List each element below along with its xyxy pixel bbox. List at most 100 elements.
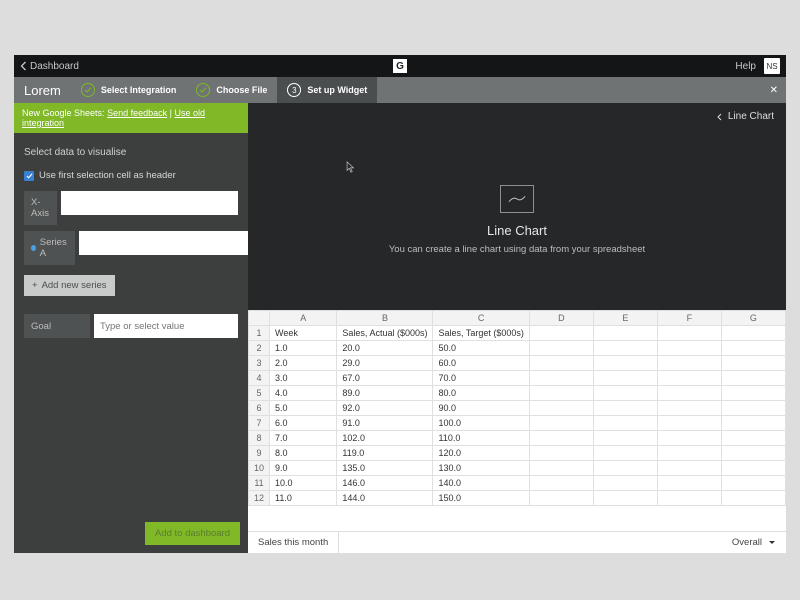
column-header[interactable]: C xyxy=(433,311,529,326)
cell[interactable] xyxy=(593,401,657,416)
step-set-up-widget[interactable]: 3 Set up Widget xyxy=(277,77,377,103)
cell[interactable] xyxy=(657,401,721,416)
row-header[interactable]: 6 xyxy=(249,401,270,416)
cell[interactable] xyxy=(657,356,721,371)
use-header-checkbox[interactable]: Use first selection cell as header xyxy=(24,170,238,181)
column-header[interactable]: G xyxy=(721,311,785,326)
cell[interactable] xyxy=(657,326,721,341)
xaxis-input[interactable] xyxy=(61,191,238,215)
cell[interactable] xyxy=(593,476,657,491)
cell[interactable] xyxy=(593,446,657,461)
series-a-input[interactable] xyxy=(79,231,256,255)
cell[interactable] xyxy=(593,416,657,431)
cell[interactable]: 80.0 xyxy=(433,386,529,401)
row-header[interactable]: 5 xyxy=(249,386,270,401)
cell[interactable]: 3.0 xyxy=(270,371,337,386)
cell[interactable]: 8.0 xyxy=(270,446,337,461)
cell[interactable] xyxy=(721,476,785,491)
cell[interactable]: 100.0 xyxy=(433,416,529,431)
back-to-dashboard[interactable]: Dashboard xyxy=(20,61,79,72)
cell[interactable]: 5.0 xyxy=(270,401,337,416)
add-to-dashboard-button[interactable]: Add to dashboard xyxy=(145,522,240,545)
cell[interactable] xyxy=(721,401,785,416)
row-header[interactable]: 2 xyxy=(249,341,270,356)
cell[interactable] xyxy=(529,386,593,401)
cell[interactable] xyxy=(657,386,721,401)
add-series-button[interactable]: + Add new series xyxy=(24,275,115,296)
cell[interactable] xyxy=(721,446,785,461)
row-header[interactable]: 9 xyxy=(249,446,270,461)
cell[interactable] xyxy=(721,491,785,506)
cell[interactable] xyxy=(529,431,593,446)
cell[interactable] xyxy=(529,416,593,431)
cell[interactable]: Sales, Target ($000s) xyxy=(433,326,529,341)
cell[interactable] xyxy=(529,476,593,491)
cell[interactable] xyxy=(721,416,785,431)
cell[interactable] xyxy=(529,326,593,341)
breadcrumb[interactable]: Line Chart xyxy=(248,103,786,130)
avatar[interactable]: NS xyxy=(764,58,780,74)
cell[interactable] xyxy=(657,416,721,431)
cell[interactable] xyxy=(593,326,657,341)
cell[interactable]: 7.0 xyxy=(270,431,337,446)
cell[interactable] xyxy=(657,476,721,491)
cell[interactable] xyxy=(657,431,721,446)
cell[interactable] xyxy=(593,371,657,386)
row-header[interactable]: 11 xyxy=(249,476,270,491)
cell[interactable]: 140.0 xyxy=(433,476,529,491)
cell[interactable]: 146.0 xyxy=(337,476,433,491)
cell[interactable] xyxy=(657,371,721,386)
cell[interactable]: 90.0 xyxy=(433,401,529,416)
cell[interactable]: 102.0 xyxy=(337,431,433,446)
cell[interactable]: 20.0 xyxy=(337,341,433,356)
cell[interactable]: 10.0 xyxy=(270,476,337,491)
cell[interactable]: 110.0 xyxy=(433,431,529,446)
cell[interactable]: 92.0 xyxy=(337,401,433,416)
cell[interactable]: 9.0 xyxy=(270,461,337,476)
step-select-integration[interactable]: Select Integration xyxy=(71,77,187,103)
cell[interactable]: 120.0 xyxy=(433,446,529,461)
cell[interactable] xyxy=(721,461,785,476)
cell[interactable]: 144.0 xyxy=(337,491,433,506)
cell[interactable]: 130.0 xyxy=(433,461,529,476)
row-header[interactable]: 12 xyxy=(249,491,270,506)
cell[interactable]: 70.0 xyxy=(433,371,529,386)
cell[interactable]: 2.0 xyxy=(270,356,337,371)
cell[interactable]: 135.0 xyxy=(337,461,433,476)
cell[interactable]: 11.0 xyxy=(270,491,337,506)
column-header[interactable]: A xyxy=(270,311,337,326)
cell[interactable]: 89.0 xyxy=(337,386,433,401)
column-header[interactable]: F xyxy=(657,311,721,326)
cell[interactable] xyxy=(593,341,657,356)
cell[interactable] xyxy=(721,431,785,446)
cell[interactable]: 150.0 xyxy=(433,491,529,506)
cell[interactable] xyxy=(593,386,657,401)
cell[interactable] xyxy=(657,461,721,476)
overall-dropdown[interactable]: Overall xyxy=(722,537,786,548)
row-header[interactable]: 7 xyxy=(249,416,270,431)
cell[interactable] xyxy=(529,371,593,386)
cell[interactable] xyxy=(529,356,593,371)
cell[interactable] xyxy=(529,461,593,476)
cell[interactable] xyxy=(529,401,593,416)
cell[interactable]: 119.0 xyxy=(337,446,433,461)
cell[interactable] xyxy=(721,326,785,341)
help-link[interactable]: Help xyxy=(735,61,756,72)
cell[interactable] xyxy=(593,491,657,506)
cell[interactable]: Week xyxy=(270,326,337,341)
cell[interactable] xyxy=(657,446,721,461)
row-header[interactable]: 4 xyxy=(249,371,270,386)
send-feedback-link[interactable]: Send feedback xyxy=(107,108,167,118)
cell[interactable]: 6.0 xyxy=(270,416,337,431)
cell[interactable] xyxy=(529,341,593,356)
data-table[interactable]: ABCDEFG 1WeekSales, Actual ($000s)Sales,… xyxy=(248,310,786,506)
goal-input[interactable] xyxy=(94,314,238,338)
cell[interactable] xyxy=(593,356,657,371)
column-header[interactable]: B xyxy=(337,311,433,326)
cell[interactable]: 50.0 xyxy=(433,341,529,356)
cell[interactable]: 4.0 xyxy=(270,386,337,401)
cell[interactable] xyxy=(657,491,721,506)
step-choose-file[interactable]: Choose File xyxy=(186,77,277,103)
row-header[interactable]: 3 xyxy=(249,356,270,371)
cell[interactable]: 1.0 xyxy=(270,341,337,356)
